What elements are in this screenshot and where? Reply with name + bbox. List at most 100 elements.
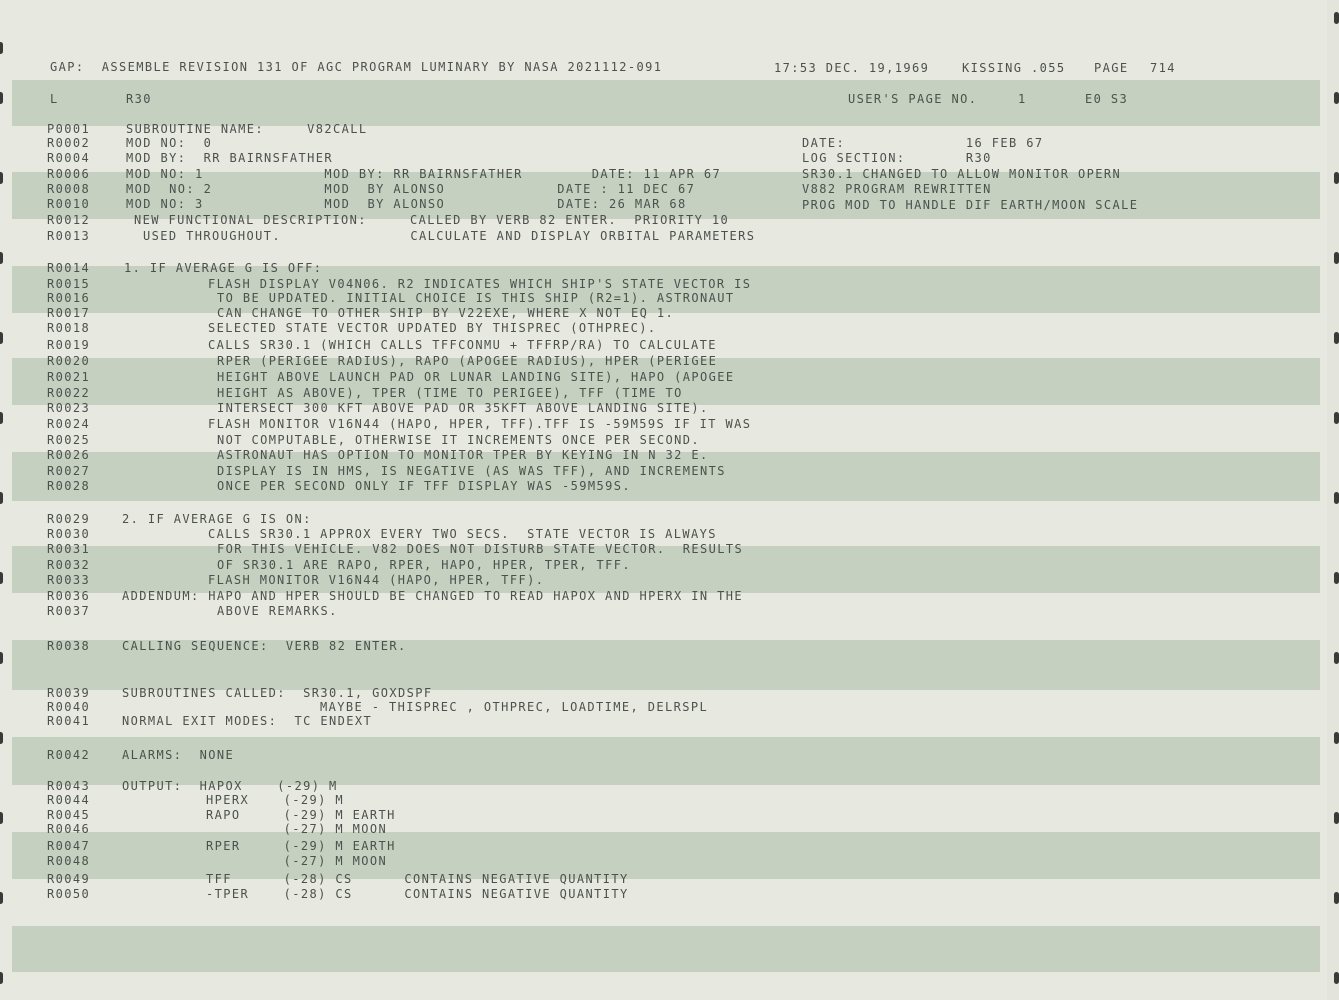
routine-name: R30 (126, 92, 152, 106)
listing-code: E0 S3 (1085, 92, 1129, 106)
feed-hole (1334, 172, 1339, 184)
listing-flag: L (50, 92, 59, 106)
line-text: DISPLAY IS IN HMS, IS NEGATIVE (AS WAS T… (217, 464, 726, 478)
right-note: V882 PROGRAM REWRITTEN (802, 182, 992, 196)
line-number: R0026 (47, 448, 91, 462)
line-text: TO BE UPDATED. INITIAL CHOICE IS THIS SH… (217, 291, 735, 305)
line-text: USED THROUGHOUT. CALCULATE AND DISPLAY O… (143, 229, 756, 243)
line-text: FLASH MONITOR V16N44 (HAPO, HPER, TFF).T… (208, 417, 752, 431)
feed-hole (0, 92, 3, 104)
page-label: PAGE (1094, 61, 1129, 75)
line-number: R0023 (47, 401, 91, 415)
line-number: R0017 (47, 306, 91, 320)
page-number: 714 (1150, 61, 1176, 75)
line-number: R0010 (47, 197, 91, 211)
feed-hole (1334, 492, 1339, 504)
line-text: CALLS SR30.1 APPROX EVERY TWO SECS. STAT… (208, 527, 717, 541)
line-number: R0041 (47, 714, 91, 728)
users-page-label: USER'S PAGE NO. (848, 92, 978, 106)
feed-hole (1334, 972, 1339, 984)
line-text: NEW FUNCTIONAL DESCRIPTION: CALLED BY VE… (134, 213, 730, 227)
line-text: FLASH DISPLAY V04N06. R2 INDICATES WHICH… (208, 277, 752, 291)
line-number: R0018 (47, 321, 91, 335)
feed-hole (0, 972, 3, 984)
line-number: R0047 (47, 839, 91, 853)
feed-hole (1334, 412, 1339, 424)
right-note: PROG MOD TO HANDLE DIF EARTH/MOON SCALE (802, 198, 1139, 212)
line-text: ADDENDUM: HAPO AND HPER SHOULD BE CHANGE… (122, 589, 743, 603)
line-number: R0016 (47, 291, 91, 305)
feed-hole (0, 492, 3, 504)
line-text: CALLING SEQUENCE: VERB 82 ENTER. (122, 639, 407, 653)
feed-hole (1334, 652, 1339, 664)
line-text: OF SR30.1 ARE RAPO, RPER, HAPO, HPER, TP… (217, 558, 631, 572)
line-number: R0025 (47, 433, 91, 447)
feed-hole (1334, 812, 1339, 824)
line-number: R0045 (47, 808, 91, 822)
feed-hole (0, 892, 3, 904)
feed-hole (0, 812, 3, 824)
line-number: R0022 (47, 386, 91, 400)
paper-band (12, 926, 1320, 972)
assembly-title: GAP: ASSEMBLE REVISION 131 OF AGC PROGRA… (50, 60, 663, 74)
line-text: ONCE PER SECOND ONLY IF TFF DISPLAY WAS … (217, 479, 631, 493)
line-number: R0038 (47, 639, 91, 653)
line-text: MOD NO: 3 MOD BY ALONSO DATE: 26 MAR 68 (126, 197, 687, 211)
line-number: R0002 (47, 136, 91, 150)
feed-hole (0, 412, 3, 424)
line-number: R0029 (47, 512, 91, 526)
line-number: R0004 (47, 151, 91, 165)
line-number: R0036 (47, 589, 91, 603)
line-number: R0050 (47, 887, 91, 901)
line-text: OUTPUT: HAPOX (-29) M (122, 779, 338, 793)
feed-hole (1334, 12, 1339, 24)
line-number: R0020 (47, 354, 91, 368)
line-number: R0042 (47, 748, 91, 762)
line-text: FOR THIS VEHICLE. V82 DOES NOT DISTURB S… (217, 542, 744, 556)
line-text: ALARMS: NONE (122, 748, 235, 762)
line-text: 2. IF AVERAGE G IS ON: (122, 512, 312, 526)
line-number: R0027 (47, 464, 91, 478)
line-text: -TPER (-28) CS CONTAINS NEGATIVE QUANTIT… (206, 887, 629, 901)
feed-hole (1334, 332, 1339, 344)
feed-hole (1334, 732, 1339, 744)
line-text: SELECTED STATE VECTOR UPDATED BY THISPRE… (208, 321, 657, 335)
line-number: P0001 (47, 122, 91, 136)
assembly-kissing: KISSING .055 (962, 61, 1066, 75)
line-number: R0046 (47, 822, 91, 836)
line-number: R0019 (47, 338, 91, 352)
line-number: R0037 (47, 604, 91, 618)
line-text: SUBROUTINES CALLED: SR30.1, GOXDSPF (122, 686, 433, 700)
line-text: INTERSECT 300 KFT ABOVE PAD OR 35KFT ABO… (217, 401, 709, 415)
users-page-number: 1 (1018, 92, 1027, 106)
feed-hole (0, 732, 3, 744)
line-text: (-27) M MOON (206, 854, 388, 868)
feed-hole (0, 252, 3, 264)
line-number: R0032 (47, 558, 91, 572)
right-note: DATE: 16 FEB 67 (802, 136, 1044, 150)
line-text: MOD NO: 1 MOD BY: RR BAIRNSFATHER DATE: … (126, 167, 722, 181)
line-text: MOD BY: RR BAIRNSFATHER (126, 151, 333, 165)
line-number: R0049 (47, 872, 91, 886)
line-text: RPER (PERIGEE RADIUS), RAPO (APOGEE RADI… (217, 354, 718, 368)
feed-hole (1334, 892, 1339, 904)
line-number: R0048 (47, 854, 91, 868)
feed-hole (0, 572, 3, 584)
line-text: MOD NO: 2 MOD BY ALONSO DATE : 11 DEC 67 (126, 182, 696, 196)
assembly-timestamp: 17:53 DEC. 19,1969 (774, 61, 930, 75)
line-text: MOD NO: 0 (126, 136, 213, 150)
line-text: ABOVE REMARKS. (217, 604, 338, 618)
line-text: NOT COMPUTABLE, OTHERWISE IT INCREMENTS … (217, 433, 700, 447)
line-number: R0030 (47, 527, 91, 541)
line-text: RPER (-29) M EARTH (206, 839, 396, 853)
line-number: R0031 (47, 542, 91, 556)
line-text: 1. IF AVERAGE G IS OFF: (124, 261, 323, 275)
line-number: R0013 (47, 229, 91, 243)
line-number: R0015 (47, 277, 91, 291)
line-number: R0028 (47, 479, 91, 493)
line-text: MAYBE - THISPREC , OTHPREC, LOADTIME, DE… (320, 700, 709, 714)
line-number: R0014 (47, 261, 91, 275)
line-text: CALLS SR30.1 (WHICH CALLS TFFCONMU + TFF… (208, 338, 717, 352)
line-number: R0033 (47, 573, 91, 587)
line-number: R0008 (47, 182, 91, 196)
